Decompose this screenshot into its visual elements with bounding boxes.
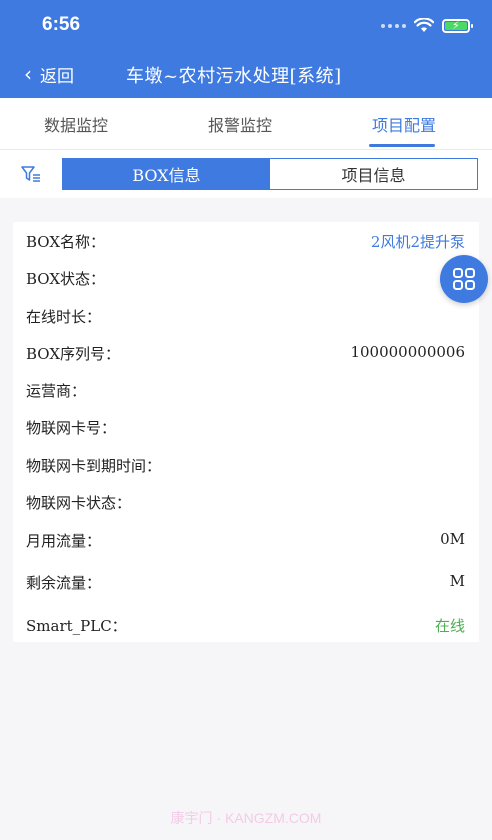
tab-alarm-monitor[interactable]: 报警监控 [208, 112, 272, 136]
row-label: BOX状态： [26, 270, 106, 288]
top-tabs: 数据监控 报警监控 项目配置 [0, 98, 492, 150]
row-label: 剩余流量： [26, 574, 102, 592]
battery-icon: ⚡ [442, 19, 473, 33]
row-label: 在线时长： [26, 308, 102, 326]
wifi-icon [414, 18, 434, 32]
tab-data-monitor[interactable]: 数据监控 [44, 112, 108, 136]
info-row-iot-card-status: 物联网卡状态： [13, 487, 479, 517]
box-info-card: BOX名称： 2风机2提升泵 BOX状态： 在 在线时长： BOX序列号： 10… [13, 222, 479, 642]
info-row-iot-card-expiry: 物联网卡到期时间： [13, 450, 479, 480]
active-tab-indicator [369, 144, 435, 147]
row-label: 物联网卡号： [26, 419, 117, 437]
info-row-monthly-traffic: 月用流量： 0M [13, 525, 479, 555]
back-label: 返回 [40, 66, 74, 87]
row-value: 2风机2提升泵 [370, 233, 465, 251]
info-row-smart-plc: Smart_PLC： 在线 [13, 610, 479, 640]
row-value: M [449, 572, 465, 590]
cellular-signal-icon [381, 24, 406, 28]
row-value: 在线 [434, 617, 465, 635]
info-row-box-serial: BOX序列号： 100000000006 [13, 338, 479, 368]
info-row-online-duration: 在线时长： [13, 301, 479, 331]
segmented-control: BOX信息 项目信息 [62, 158, 478, 190]
grid-icon [453, 268, 475, 290]
segment-box-info[interactable]: BOX信息 [63, 159, 270, 189]
back-button[interactable]: ‹ 返回 [24, 62, 74, 87]
segment-project-info[interactable]: 项目信息 [270, 159, 477, 189]
chevron-left-icon: ‹ [24, 62, 32, 86]
status-time: 6:56 [42, 14, 81, 35]
status-icons: ⚡ [381, 15, 473, 37]
filter-icon[interactable] [20, 164, 42, 184]
tab-project-config[interactable]: 项目配置 [372, 112, 436, 136]
info-row-box-name: BOX名称： 2风机2提升泵 [13, 226, 479, 256]
row-label: Smart_PLC： [26, 617, 127, 635]
app-header: 6:56 ⚡ ‹ 返回 车墩~农村污水处理[系统] [0, 0, 492, 98]
page-title: 车墩~农村污水处理[系统] [126, 66, 342, 87]
info-row-iot-card-number: 物联网卡号： [13, 412, 479, 442]
row-label: 运营商： [26, 382, 87, 400]
row-label: BOX序列号： [26, 345, 121, 363]
segment-row: BOX信息 项目信息 [0, 150, 492, 198]
status-bar: 6:56 ⚡ [0, 0, 492, 48]
info-row-operator: 运营商： [13, 375, 479, 405]
row-label: 物联网卡到期时间： [26, 457, 162, 475]
row-label: 物联网卡状态： [26, 494, 132, 512]
row-value: 100000000006 [350, 343, 465, 361]
row-value: 0M [440, 530, 465, 548]
row-label: BOX名称： [26, 233, 106, 251]
info-row-box-status: BOX状态： 在 [13, 263, 479, 293]
row-label: 月用流量： [26, 532, 102, 550]
watermark: 康宇门 · KANGZM.COM [170, 810, 322, 826]
navigation-bar: ‹ 返回 车墩~农村污水处理[系统] [0, 52, 492, 96]
grid-menu-button[interactable] [440, 255, 488, 303]
info-row-remaining-traffic: 剩余流量： M [13, 567, 479, 597]
